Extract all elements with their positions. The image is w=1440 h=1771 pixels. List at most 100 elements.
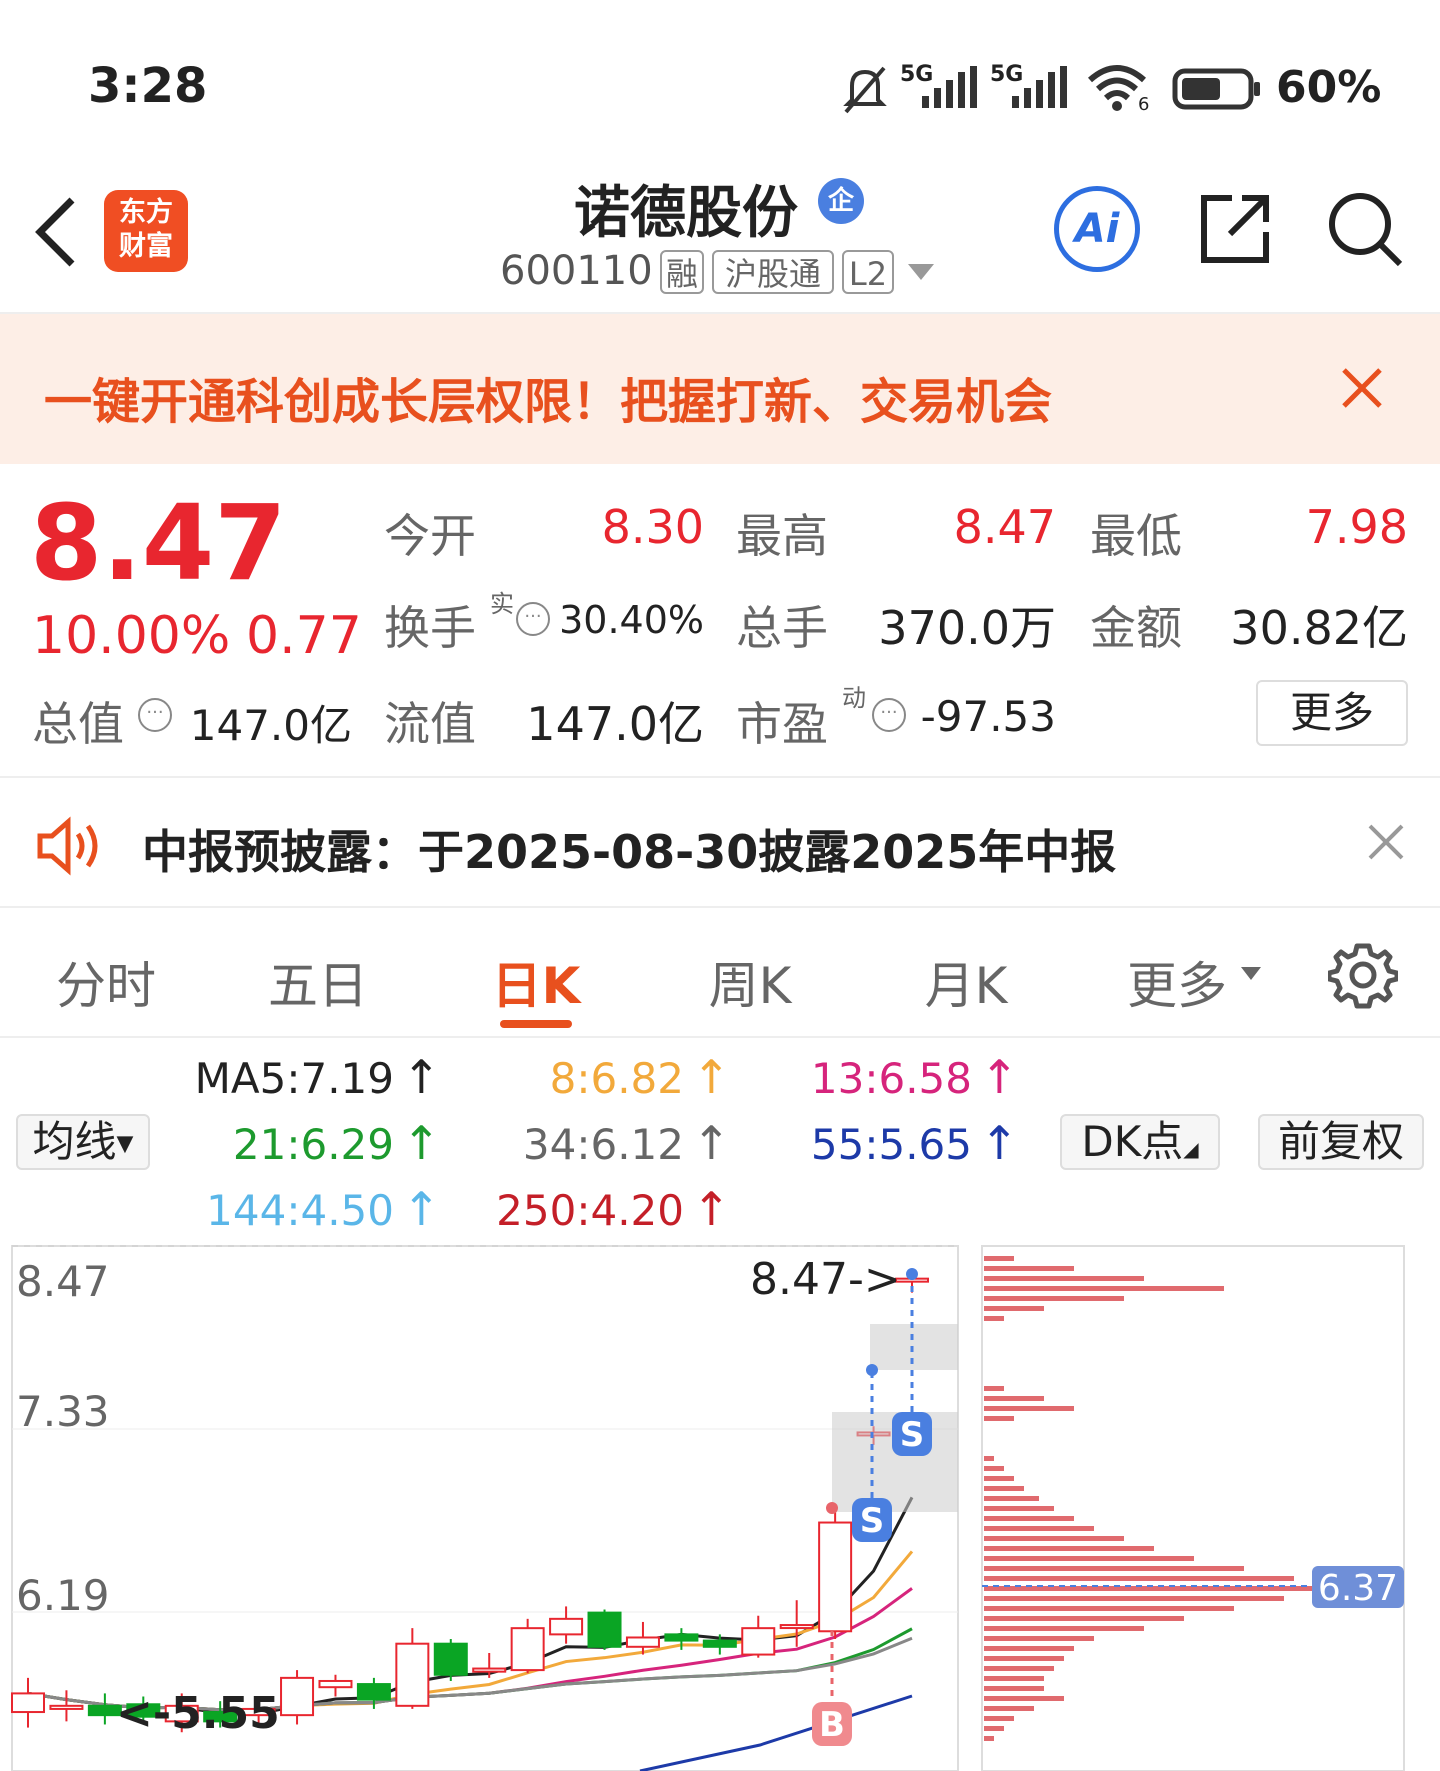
sell-signal-badge[interactable]: S xyxy=(892,1412,932,1456)
dk-point-button[interactable]: DK点◢ xyxy=(1060,1114,1220,1170)
more-info-icon[interactable]: ··· xyxy=(516,602,550,636)
buy-signal-badge[interactable]: B xyxy=(812,1702,852,1746)
pe-sup: 动 xyxy=(842,684,866,712)
profile-bar xyxy=(984,1536,1124,1541)
status-bar: 3:28 5G 5G 6 60% xyxy=(0,0,1440,150)
battery-icon xyxy=(1172,68,1260,110)
kline-chart[interactable]: S S B 8.47 7.33 6.19 8.47-> <-5.55 6.37 xyxy=(0,1240,1440,1771)
search-icon[interactable] xyxy=(1326,190,1406,270)
ma144-value: 144:4.50 xyxy=(206,1186,394,1235)
chevron-down-icon[interactable] xyxy=(906,262,936,282)
candle-body xyxy=(741,1627,776,1656)
open-value: 8.30 xyxy=(601,500,704,554)
wifi-sub: 6 xyxy=(1138,94,1150,115)
promo-banner[interactable]: 一键开通科创成长层权限！把握打新、交易机会 xyxy=(0,314,1440,464)
tab-daily-k[interactable]: 日K xyxy=(474,946,598,1018)
candle-body xyxy=(433,1642,468,1676)
profile-bar xyxy=(984,1576,1294,1581)
last-price: 8.47 xyxy=(30,482,287,604)
change-percent: 10.00% xyxy=(32,606,231,666)
candle-body xyxy=(702,1639,737,1648)
notice-text[interactable]: 中报预披露：于2025-08-30披露2025年中报 xyxy=(142,816,1116,882)
profile-bar xyxy=(984,1496,1039,1501)
high-marker: 8.47-> xyxy=(750,1254,901,1305)
price-dot xyxy=(906,1268,918,1280)
profile-bar xyxy=(984,1656,1064,1661)
candle-body xyxy=(549,1617,584,1636)
pe-value: -97.53 xyxy=(920,692,1056,741)
profile-bar xyxy=(984,1506,1054,1511)
tab-five-day[interactable]: 五日 xyxy=(258,946,378,1018)
caret-down-icon: ▼ xyxy=(116,1131,134,1157)
candle-body xyxy=(395,1642,430,1707)
sell-signal-label: S xyxy=(900,1415,925,1455)
share-icon[interactable] xyxy=(1196,190,1274,268)
tab-weekly-k[interactable]: 周K xyxy=(690,946,810,1018)
candle-body xyxy=(818,1521,853,1633)
profile-bar xyxy=(984,1666,1054,1671)
turnover-label: 换手 xyxy=(384,601,476,655)
close-icon[interactable] xyxy=(1366,822,1406,862)
low-label: 最低 xyxy=(1090,509,1182,563)
tag-connect: 沪股通 xyxy=(712,250,834,294)
turnover-sup: 实 xyxy=(490,590,514,618)
ai-button[interactable]: Ai xyxy=(1054,186,1140,272)
stock-code: 600110 xyxy=(500,248,653,294)
profile-bar xyxy=(984,1306,1044,1311)
ai-label: Ai xyxy=(1074,206,1120,252)
tag-margin: 融 xyxy=(660,250,704,294)
profile-bar xyxy=(984,1686,1044,1691)
mktcap-value: 147.0亿 xyxy=(189,701,352,750)
bell-muted-icon xyxy=(843,66,887,114)
profile-bar xyxy=(984,1266,1074,1271)
tab-intraday[interactable]: 分时 xyxy=(46,946,166,1018)
promo-text: 一键开通科创成长层权限！把握打新、交易机会 xyxy=(44,374,1053,430)
candle-body xyxy=(356,1683,391,1701)
profile-bar xyxy=(984,1256,1014,1261)
candle-body xyxy=(779,1624,814,1630)
profile-bar xyxy=(984,1456,994,1461)
back-icon[interactable] xyxy=(28,194,84,270)
y-tick-label: 8.47 xyxy=(16,1257,110,1306)
open-label: 今开 xyxy=(384,509,476,563)
amount-value: 30.82亿 xyxy=(1230,601,1408,655)
profile-bar xyxy=(984,1596,1284,1601)
ma34-arrow: ↑ xyxy=(692,1116,731,1170)
dk-label: DK点 xyxy=(1081,1117,1184,1166)
gear-icon[interactable] xyxy=(1328,940,1398,1010)
profile-bar xyxy=(984,1716,1014,1721)
sell-signal-badge[interactable]: S xyxy=(852,1498,892,1542)
profile-bar xyxy=(984,1696,1064,1701)
y-tick-label: 7.33 xyxy=(16,1387,110,1436)
tab-more[interactable]: 更多 xyxy=(1122,946,1232,1018)
more-quote-button[interactable]: 更多 xyxy=(1256,680,1408,746)
stock-title: 诺德股份 xyxy=(574,181,798,246)
tag-level2: L2 xyxy=(842,250,894,294)
status-time: 3:28 xyxy=(88,58,208,114)
candle-body xyxy=(11,1692,45,1714)
profile-bar xyxy=(984,1276,1144,1281)
profile-bar xyxy=(984,1546,1154,1551)
avg-line-dropdown[interactable]: 均线▼ xyxy=(16,1114,150,1170)
app-logo[interactable]: 东方 财富 xyxy=(104,190,188,272)
speaker-icon xyxy=(37,816,98,876)
tab-monthly-k[interactable]: 月K xyxy=(906,946,1026,1018)
profile-bar xyxy=(984,1726,1004,1731)
ma55-arrow: ↑ xyxy=(980,1116,1019,1170)
divider xyxy=(0,1036,1440,1038)
price-dot xyxy=(826,1502,838,1514)
close-icon[interactable] xyxy=(1340,366,1384,410)
profile-bar xyxy=(984,1566,1244,1571)
profile-bar xyxy=(984,1406,1074,1411)
ma13-value: 13:6.58 xyxy=(810,1054,972,1103)
more-info-icon[interactable]: ··· xyxy=(138,698,172,732)
amount-label: 金额 xyxy=(1090,601,1182,655)
forward-adjust-button[interactable]: 前复权 xyxy=(1258,1114,1424,1170)
profile-bar xyxy=(984,1316,1004,1321)
candle-body xyxy=(472,1667,507,1673)
profile-bar xyxy=(984,1486,1024,1491)
profile-bar xyxy=(984,1736,994,1741)
more-info-icon[interactable]: ··· xyxy=(872,698,906,732)
profile-bar xyxy=(984,1556,1194,1561)
ma8-arrow: ↑ xyxy=(692,1050,731,1104)
